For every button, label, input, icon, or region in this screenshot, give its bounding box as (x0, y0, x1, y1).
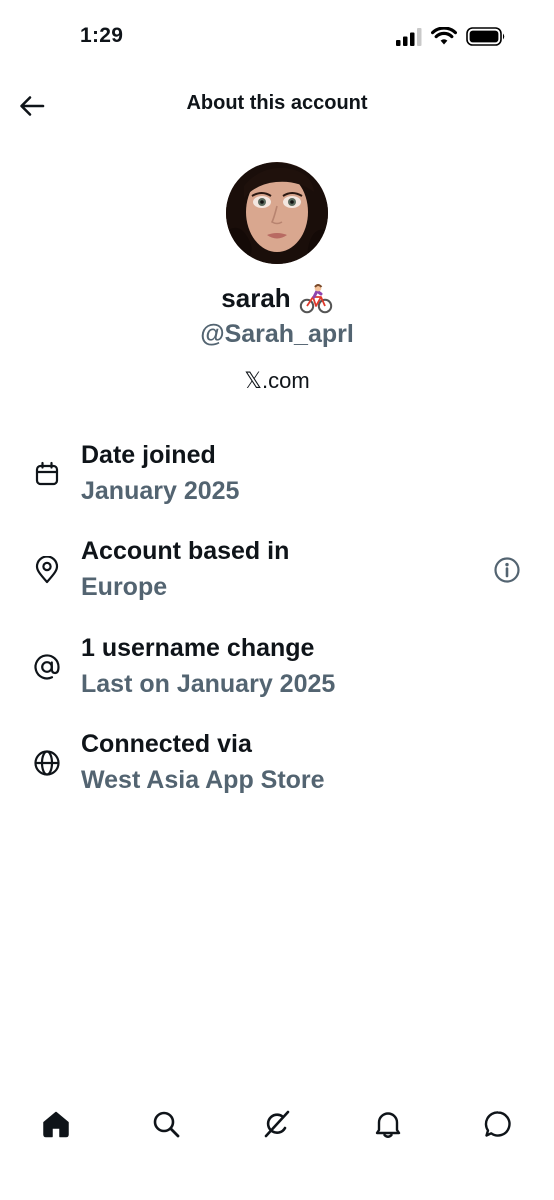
status-icons (396, 27, 506, 46)
tab-notifications[interactable] (370, 1106, 406, 1142)
info-row-connected-via: Connected via West Asia App Store (0, 730, 554, 810)
info-value: Europe (81, 573, 168, 601)
cyclist-emoji-icon (299, 283, 332, 313)
wifi-icon (431, 27, 457, 45)
profile-handle[interactable]: @Sarah_aprl (0, 320, 554, 349)
messages-icon (484, 1111, 511, 1137)
tab-home[interactable] (38, 1106, 74, 1142)
home-icon (43, 1111, 69, 1138)
page-title: About this account (186, 92, 368, 114)
battery-icon (466, 27, 505, 46)
grok-icon (264, 1110, 290, 1138)
status-bar: 1:29 (0, 0, 554, 70)
calendar-icon (32, 459, 62, 489)
info-row-date-joined: Date joined January 2025 (0, 441, 554, 521)
nav-header: About this account (0, 80, 554, 130)
location-pin-icon (32, 555, 62, 585)
at-sign-icon (32, 652, 62, 682)
avatar-image (226, 162, 328, 264)
info-value: Last on January 2025 (81, 670, 336, 698)
bottom-tab-bar (0, 1090, 554, 1160)
account-location-info-button[interactable] (492, 555, 522, 585)
info-value: West Asia App Store (81, 766, 325, 794)
display-name-row: sarah (0, 283, 554, 314)
info-icon (494, 557, 520, 583)
info-title: Connected via (81, 730, 252, 758)
info-row-username-change: 1 username change Last on January 2025 (0, 634, 554, 714)
info-title: Account based in (81, 537, 290, 565)
display-name: sarah (221, 283, 291, 313)
search-icon (153, 1111, 180, 1138)
info-title: 1 username change (81, 634, 315, 662)
tab-messages[interactable] (480, 1106, 516, 1142)
cellular-signal-icon (396, 27, 422, 46)
tab-search[interactable] (148, 1106, 184, 1142)
info-value: January 2025 (81, 477, 240, 505)
notifications-icon (375, 1112, 401, 1138)
status-time: 1:29 (80, 24, 124, 47)
info-title: Date joined (81, 441, 216, 469)
avatar[interactable] (226, 162, 328, 264)
info-row-account-based-in: Account based in Europe (0, 537, 554, 617)
globe-icon (32, 748, 62, 778)
site-label: 𝕏.com (244, 368, 310, 393)
tab-grok[interactable] (259, 1106, 295, 1142)
